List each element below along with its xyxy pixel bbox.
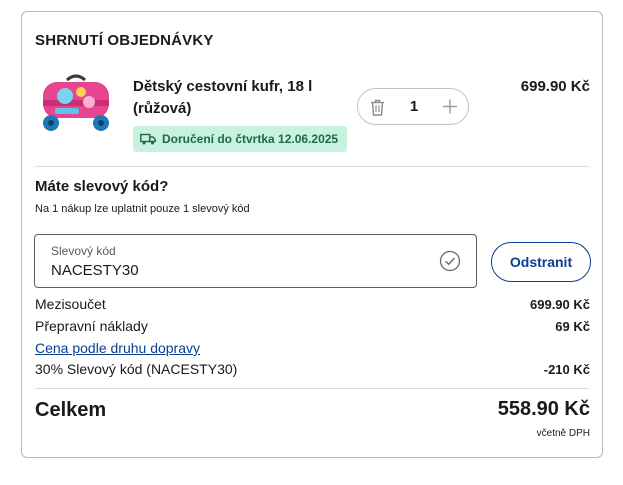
shipping-price-link[interactable]: Cena podle druhu dopravy (35, 340, 200, 356)
total-label: Celkem (35, 399, 107, 421)
subtotal-value: 699.90 Kč (530, 297, 590, 312)
discount-value: -210 Kč (543, 362, 590, 377)
vat-note: včetně DPH (536, 428, 590, 439)
delivery-text: Doručení do čtvrtka 12.06.2025 (162, 132, 339, 146)
trash-icon[interactable] (370, 99, 385, 116)
divider (35, 166, 589, 167)
order-summary-card: SHRNUTÍ OBJEDNÁVKY Dětský cestovní kufr,… (21, 11, 603, 458)
quantity-value[interactable]: 1 (406, 98, 422, 115)
quantity-stepper[interactable]: 1 (357, 88, 469, 125)
subtotal-label: Mezisoučet (35, 296, 106, 312)
coupon-note: Na 1 nákup lze uplatnit pouze 1 slevový … (35, 203, 250, 215)
coupon-heading: Máte slevový kód? (35, 178, 169, 195)
product-price: 699.90 Kč (520, 78, 590, 95)
summary-title: SHRNUTÍ OBJEDNÁVKY (35, 32, 214, 49)
shipping-label: Přepravní náklady (35, 318, 148, 334)
product-image (43, 74, 109, 131)
check-circle-icon (439, 250, 461, 272)
plus-icon[interactable] (442, 98, 458, 115)
product-name[interactable]: Dětský cestovní kufr, 18 l (růžová) (133, 76, 338, 120)
coupon-input[interactable]: Slevový kód NACESTY30 (34, 234, 477, 288)
truck-icon (140, 133, 156, 145)
total-value: 558.90 Kč (497, 398, 590, 420)
coupon-input-label: Slevový kód (51, 244, 116, 258)
coupon-input-value[interactable]: NACESTY30 (51, 262, 139, 279)
remove-coupon-button[interactable]: Odstranit (491, 242, 591, 282)
discount-label: 30% Slevový kód (NACESTY30) (35, 361, 238, 377)
shipping-value: 69 Kč (555, 319, 590, 334)
divider (35, 388, 589, 389)
delivery-badge: Doručení do čtvrtka 12.06.2025 (133, 126, 348, 152)
